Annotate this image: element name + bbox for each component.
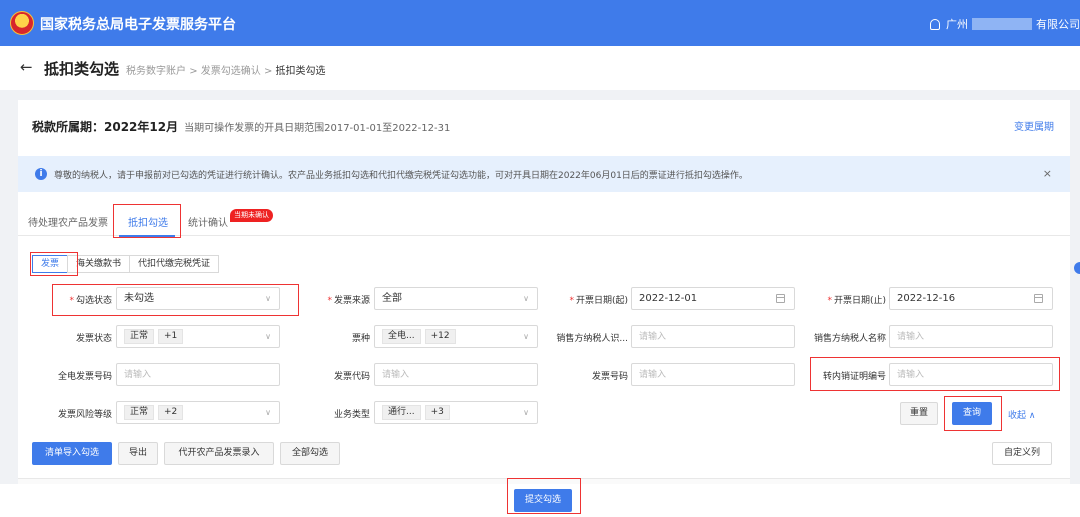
date-end-picker[interactable]: 2022-12-16 [889,287,1053,310]
transfer-cert-no-input[interactable]: 请输入 [889,363,1053,386]
page-title: 抵扣类勾选 [44,60,120,78]
transfer-cert-no-label: 转内销证明编号 [822,372,886,382]
back-arrow-icon[interactable]: ← [20,58,33,76]
breadcrumb-separator-icon: > [263,66,276,77]
submit-bar: 提交勾选 [0,478,1080,517]
invoice-no-label: 发票号码 [591,372,628,382]
notice-text: 尊敬的纳税人，请于申报前对已勾选的凭证进行统计确认。农产品业务抵扣勾选和代扣代缴… [54,171,748,181]
einvoice-no-label: 全电发票号码 [57,372,112,382]
page-header: ← 抵扣类勾选 税务数字账户 > 发票勾选确认 > 抵扣类勾选 [0,46,1080,90]
select-status-label: * 勾选状态 [69,296,112,306]
tab-pending-agri[interactable]: 待处理农产品发票 [28,214,108,229]
breadcrumb-separator-icon: > [189,66,201,77]
chevron-down-icon: ∨ [523,408,529,417]
invoice-status-label: 发票状态 [75,334,112,344]
einvoice-no-input[interactable]: 请输入 [116,363,280,386]
invoice-type-label: 票种 [351,334,370,344]
invoice-status-select[interactable]: 正常 +1 ∨ [116,325,280,348]
seller-name-label: 销售方纳税人名称 [813,334,886,344]
user-name-prefix: 广州 [946,18,968,31]
side-float-handle[interactable] [1074,262,1080,274]
collapse-toggle[interactable]: 收起 ∧ [1008,408,1035,421]
tag: 全电... [382,328,421,344]
export-button[interactable]: 导出 [118,442,158,465]
change-period-link[interactable]: 变更属期 [1014,118,1054,133]
tab-statistics-confirm[interactable]: 统计确认 [188,214,228,229]
tax-period: 税款所属期：2022年12月 当期可操作发票的开具日期范围2017-01-01至2… [32,118,450,135]
user-icon [930,18,940,30]
tag-more: +3 [424,404,450,420]
query-button[interactable]: 查询 [952,402,992,425]
info-icon: i [35,168,47,180]
select-all-button[interactable]: 全部勾选 [280,442,340,465]
tax-period-note: 当期可操作发票的开具日期范围2017-01-01至2022-12-31 [184,123,451,134]
calendar-icon [776,294,785,303]
breadcrumb: 税务数字账户 > 发票勾选确认 > 抵扣类勾选 [126,62,326,77]
invoice-source-label: * 发票来源 [327,296,370,306]
chevron-down-icon: ∨ [265,294,271,303]
tag: 正常 [124,328,155,344]
seller-tax-id-input[interactable]: 请输入 [631,325,795,348]
biz-type-label: 业务类型 [333,410,370,420]
chevron-down-icon: ∨ [265,408,271,417]
tag-more: +1 [158,328,184,344]
tag: 通行... [382,404,421,420]
select-status-select[interactable]: 未勾选 ∨ [116,287,280,310]
calendar-icon [1034,294,1043,303]
chevron-up-icon: ∧ [1028,411,1036,421]
breadcrumb-current: 抵扣类勾选 [275,66,326,77]
top-bar: 国家税务总局电子发票服务平台 广州 有限公司 [0,0,1080,46]
risk-level-select[interactable]: 正常 +2 ∨ [116,401,280,424]
close-icon[interactable]: × [1043,167,1052,180]
invoice-source-select[interactable]: 全部 ∨ [374,287,538,310]
tax-period-label: 税款所属期：2022年12月 [32,120,179,134]
reset-button[interactable]: 重置 [900,402,938,425]
invoice-code-input[interactable]: 请输入 [374,363,538,386]
main-panel: 税款所属期：2022年12月 当期可操作发票的开具日期范围2017-01-01至2… [18,100,1070,490]
notice-banner: i 尊敬的纳税人，请于申报前对已勾选的凭证进行统计确认。农产品业务抵扣勾选和代扣… [18,156,1070,192]
user-menu[interactable]: 广州 有限公司 [930,16,1080,32]
seller-name-input[interactable]: 请输入 [889,325,1053,348]
risk-level-label: 发票风险等级 [57,410,112,420]
breadcrumb-item[interactable]: 发票勾选确认 [201,66,261,77]
breadcrumb-item[interactable]: 税务数字账户 [126,66,186,77]
import-select-button[interactable]: 清单导入勾选 [32,442,112,465]
subtab-withholding[interactable]: 代扣代缴完税凭证 [129,255,220,273]
seller-tax-id-label: 销售方纳税人识... [556,334,628,344]
biz-type-select[interactable]: 通行... +3 ∨ [374,401,538,424]
custom-columns-button[interactable]: 自定义列 [992,442,1052,465]
invoice-no-input[interactable]: 请输入 [631,363,795,386]
chevron-down-icon: ∨ [523,294,529,303]
tag-more: +2 [158,404,184,420]
highlight-frame [30,252,78,276]
chevron-down-icon: ∨ [523,332,529,341]
app-title: 国家税务总局电子发票服务平台 [40,17,236,33]
invoice-code-label: 发票代码 [333,372,370,382]
tag-more: +12 [424,328,456,344]
status-badge: 当期未确认 [230,209,273,222]
date-start-label: * 开票日期(起) [569,296,628,306]
date-end-label: * 开票日期(止) [827,296,886,306]
tag: 正常 [124,404,155,420]
date-start-picker[interactable]: 2022-12-01 [631,287,795,310]
chevron-down-icon: ∨ [265,332,271,341]
highlight-frame [113,204,181,238]
invoice-type-select[interactable]: 全电... +12 ∨ [374,325,538,348]
submit-select-button[interactable]: 提交勾选 [514,489,572,512]
tax-emblem-icon [10,11,34,35]
user-name-redacted [972,18,1032,30]
user-name-suffix: 有限公司 [1036,18,1080,31]
agri-invoice-entry-button[interactable]: 代开农产品发票录入 [164,442,274,465]
